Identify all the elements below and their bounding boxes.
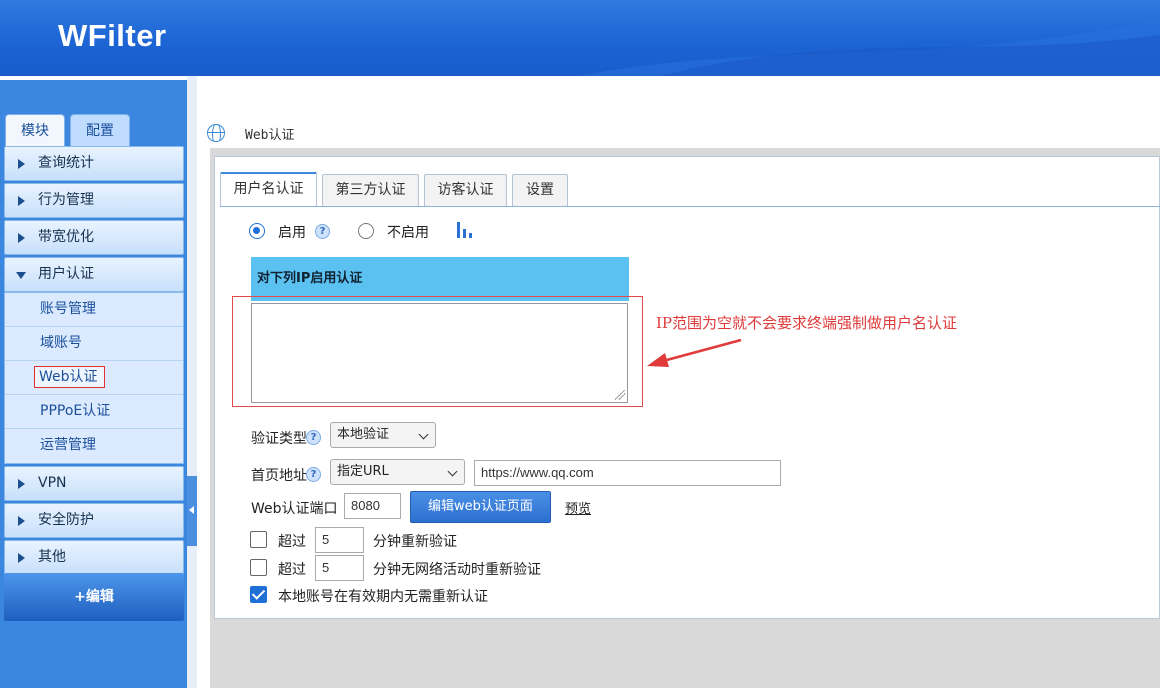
header-wave-decoration: [460, 0, 1160, 76]
bar-chart-icon[interactable]: [456, 221, 474, 239]
sidebar-subitem-accounts[interactable]: 账号管理: [5, 293, 183, 327]
homepage-label: 首页地址: [251, 468, 307, 484]
sidebar: 模块 配置 查询统计 行为管理 带宽优化 用户认证 账号管理 域账号 Web认证…: [0, 76, 187, 688]
expand-arrow-icon: [18, 196, 25, 206]
submenu-label: 账号管理: [40, 301, 96, 317]
globe-icon: [207, 124, 225, 142]
annotation-arrow-icon: [647, 338, 742, 367]
idle-suffix: 分钟无网络活动时重新验证: [373, 562, 541, 578]
expand-arrow-icon: [18, 553, 25, 563]
tab-username-auth[interactable]: 用户名认证: [220, 172, 317, 207]
submenu-label: 域账号: [40, 335, 82, 351]
preview-link[interactable]: 预览: [565, 498, 591, 517]
disable-label: 不启用: [387, 225, 429, 241]
annotation-text: IP范围为空就不会要求终端强制做用户名认证: [656, 314, 958, 332]
page-title: Web认证: [245, 127, 295, 143]
timeout-checkbox[interactable]: [250, 531, 267, 548]
menu-label: 安全防护: [38, 512, 94, 528]
help-icon[interactable]: ?: [306, 467, 321, 482]
local-account-checkbox[interactable]: [250, 586, 267, 603]
idle-prefix: 超过: [278, 562, 306, 578]
sidebar-item-query-stats[interactable]: 查询统计: [4, 146, 184, 181]
expand-arrow-icon: [18, 479, 25, 489]
help-icon[interactable]: ?: [306, 430, 321, 445]
edit-web-auth-page-button[interactable]: 编辑web认证页面: [410, 491, 551, 523]
homepage-type-select[interactable]: 指定URL: [330, 459, 465, 485]
tab-third-party-auth[interactable]: 第三方认证: [322, 174, 419, 206]
sidebar-item-behavior-mgmt[interactable]: 行为管理: [4, 183, 184, 218]
timeout-prefix: 超过: [278, 534, 306, 550]
homepage-type-value: 指定URL: [337, 464, 389, 479]
timeout-minutes-input[interactable]: 5: [315, 527, 364, 553]
menu-label: 查询统计: [38, 155, 94, 171]
tab-guest-auth[interactable]: 访客认证: [424, 174, 507, 206]
tab-settings[interactable]: 设置: [512, 174, 568, 206]
sidebar-item-other[interactable]: 其他: [4, 540, 184, 575]
main-content: Web认证 用户名认证 第三方认证 访客认证 设置 启用 ? 不启用 对下列IP…: [197, 76, 1160, 688]
timeout-suffix: 分钟重新验证: [373, 534, 457, 550]
port-input[interactable]: 8080: [344, 493, 401, 519]
homepage-url-input[interactable]: https://www.qq.com: [474, 460, 781, 486]
sidebar-divider: [0, 76, 187, 80]
submenu-label: PPPoE认证: [40, 403, 111, 419]
chevron-down-icon: [418, 429, 429, 440]
sidebar-subitem-domain-accounts[interactable]: 域账号: [5, 327, 183, 361]
sidebar-edit-button[interactable]: +编辑: [4, 573, 184, 621]
enable-label: 启用: [278, 225, 306, 241]
user-auth-submenu: 账号管理 域账号 Web认证 PPPoE认证 运营管理: [4, 292, 184, 464]
collapse-arrow-icon: [16, 272, 26, 279]
sidebar-subitem-pppoe-auth[interactable]: PPPoE认证: [5, 395, 183, 429]
sidebar-item-security[interactable]: 安全防护: [4, 503, 184, 538]
ip-range-textarea[interactable]: [251, 303, 628, 403]
sidebar-subitem-operations[interactable]: 运营管理: [5, 429, 183, 463]
menu-label: 其他: [38, 549, 66, 565]
expand-arrow-icon: [18, 159, 25, 169]
submenu-label: 运营管理: [40, 437, 96, 453]
idle-timeout-checkbox[interactable]: [250, 559, 267, 576]
sidebar-tab-config[interactable]: 配置: [70, 114, 130, 146]
help-icon[interactable]: ?: [315, 224, 330, 239]
auth-type-select[interactable]: 本地验证: [330, 422, 436, 448]
menu-label: VPN: [38, 475, 67, 491]
sidebar-item-user-auth[interactable]: 用户认证: [4, 257, 184, 292]
local-account-label: 本地账号在有效期内无需重新认证: [278, 589, 488, 605]
sidebar-collapse-handle[interactable]: [187, 476, 197, 546]
enable-radio[interactable]: [249, 223, 265, 239]
menu-label: 用户认证: [38, 266, 94, 282]
sidebar-menu: 查询统计 行为管理 带宽优化 用户认证 账号管理 域账号 Web认证 PPPoE…: [4, 146, 184, 577]
app-logo: WFilter: [58, 18, 167, 53]
tab-divider: [220, 206, 1160, 207]
menu-label: 行为管理: [38, 192, 94, 208]
disable-radio[interactable]: [358, 223, 374, 239]
idle-minutes-input[interactable]: 5: [315, 555, 364, 581]
ip-section-header: 对下列IP启用认证: [251, 257, 629, 301]
sidebar-subitem-web-auth[interactable]: Web认证: [5, 361, 183, 395]
menu-label: 带宽优化: [38, 229, 94, 245]
expand-arrow-icon: [18, 233, 25, 243]
auth-type-value: 本地验证: [337, 427, 390, 442]
sidebar-splitter: [187, 76, 197, 688]
app-header: WFilter: [0, 0, 1160, 76]
sidebar-tab-modules[interactable]: 模块: [5, 114, 65, 146]
sidebar-item-vpn[interactable]: VPN: [4, 466, 184, 501]
port-label: Web认证端口: [251, 501, 338, 517]
expand-arrow-icon: [18, 516, 25, 526]
breadcrumb: Web认证: [207, 123, 294, 143]
auth-type-label: 验证类型: [251, 431, 307, 447]
settings-panel: 用户名认证 第三方认证 访客认证 设置 启用 ? 不启用 对下列IP启用认证 I…: [214, 156, 1160, 619]
submenu-label: Web认证: [34, 366, 105, 388]
chevron-down-icon: [447, 466, 458, 477]
sidebar-item-bandwidth[interactable]: 带宽优化: [4, 220, 184, 255]
resize-grip-icon[interactable]: [615, 390, 625, 400]
